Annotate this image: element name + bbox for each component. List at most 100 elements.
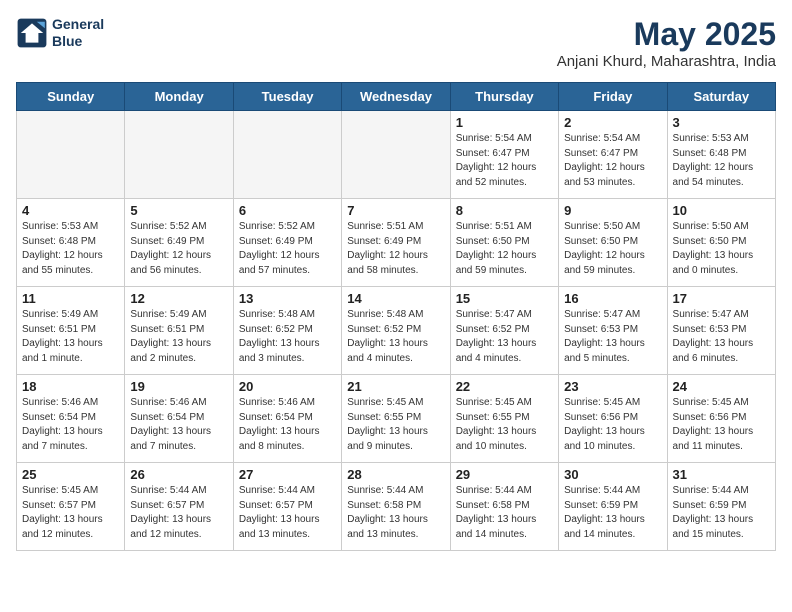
cell-content: Sunrise: 5:45 AM Sunset: 6:55 PM Dayligh… — [456, 396, 553, 454]
weekday-header-row: SundayMondayTuesdayWednesdayThursdayFrid… — [17, 83, 776, 111]
day-number: 2 — [564, 115, 661, 130]
cell-content: Sunrise: 5:53 AM Sunset: 6:48 PM Dayligh… — [673, 132, 770, 190]
page-header: General Blue May 2025 Anjani Khurd, Maha… — [16, 16, 776, 70]
cell-content: Sunrise: 5:46 AM Sunset: 6:54 PM Dayligh… — [22, 396, 119, 454]
calendar-cell: 30 Sunrise: 5:44 AM Sunset: 6:59 PM Dayli… — [559, 463, 667, 551]
cell-content: Sunrise: 5:47 AM Sunset: 6:53 PM Dayligh… — [673, 308, 770, 366]
calendar-cell: 12 Sunrise: 5:49 AM Sunset: 6:51 PM Dayli… — [125, 287, 233, 375]
calendar-cell: 14Sunrise: 5:48 AM Sunset: 6:52 PM Dayli… — [342, 287, 450, 375]
calendar-cell: 13Sunrise: 5:48 AM Sunset: 6:52 PM Dayli… — [233, 287, 341, 375]
logo: General Blue — [16, 16, 104, 50]
day-number: 18 — [22, 379, 119, 394]
calendar-cell: 27 Sunrise: 5:44 AM Sunset: 6:57 PM Dayli… — [233, 463, 341, 551]
weekday-header: Saturday — [667, 83, 775, 111]
calendar-week-row: 11 Sunrise: 5:49 AM Sunset: 6:51 PM Dayli… — [17, 287, 776, 375]
day-number: 25 — [22, 467, 119, 482]
month-year: May 2025 — [557, 16, 776, 53]
day-number: 3 — [673, 115, 770, 130]
cell-content: Sunrise: 5:48 AM Sunset: 6:52 PM Dayligh… — [239, 308, 336, 366]
cell-content: Sunrise: 5:47 AM Sunset: 6:53 PM Dayligh… — [564, 308, 661, 366]
weekday-header: Sunday — [17, 83, 125, 111]
day-number: 7 — [347, 203, 444, 218]
cell-content: Sunrise: 5:49 AM Sunset: 6:51 PM Dayligh… — [22, 308, 119, 366]
calendar-cell: 23Sunrise: 5:45 AM Sunset: 6:56 PM Dayli… — [559, 375, 667, 463]
calendar-week-row: 1 Sunrise: 5:54 AM Sunset: 6:47 PM Daylig… — [17, 111, 776, 199]
cell-content: Sunrise: 5:54 AM Sunset: 6:47 PM Dayligh… — [564, 132, 661, 190]
day-number: 6 — [239, 203, 336, 218]
day-number: 10 — [673, 203, 770, 218]
day-number: 29 — [456, 467, 553, 482]
weekday-header: Monday — [125, 83, 233, 111]
calendar-cell — [342, 111, 450, 199]
day-number: 16 — [564, 291, 661, 306]
calendar-cell: 6 Sunrise: 5:52 AM Sunset: 6:49 PM Daylig… — [233, 199, 341, 287]
calendar-table: SundayMondayTuesdayWednesdayThursdayFrid… — [16, 82, 776, 551]
calendar-cell — [17, 111, 125, 199]
calendar-cell: 24 Sunrise: 5:45 AM Sunset: 6:56 PM Dayli… — [667, 375, 775, 463]
cell-content: Sunrise: 5:44 AM Sunset: 6:57 PM Dayligh… — [239, 484, 336, 542]
day-number: 15 — [456, 291, 553, 306]
cell-content: Sunrise: 5:45 AM Sunset: 6:56 PM Dayligh… — [673, 396, 770, 454]
calendar-cell: 11 Sunrise: 5:49 AM Sunset: 6:51 PM Dayli… — [17, 287, 125, 375]
calendar-cell: 15 Sunrise: 5:47 AM Sunset: 6:52 PM Dayli… — [450, 287, 558, 375]
calendar-cell: 2 Sunrise: 5:54 AM Sunset: 6:47 PM Daylig… — [559, 111, 667, 199]
day-number: 8 — [456, 203, 553, 218]
cell-content: Sunrise: 5:47 AM Sunset: 6:52 PM Dayligh… — [456, 308, 553, 366]
calendar-week-row: 18 Sunrise: 5:46 AM Sunset: 6:54 PM Dayli… — [17, 375, 776, 463]
calendar-cell: 22 Sunrise: 5:45 AM Sunset: 6:55 PM Dayli… — [450, 375, 558, 463]
cell-content: Sunrise: 5:45 AM Sunset: 6:57 PM Dayligh… — [22, 484, 119, 542]
weekday-header: Tuesday — [233, 83, 341, 111]
calendar-cell: 10 Sunrise: 5:50 AM Sunset: 6:50 PM Dayli… — [667, 199, 775, 287]
day-number: 11 — [22, 291, 119, 306]
cell-content: Sunrise: 5:44 AM Sunset: 6:59 PM Dayligh… — [564, 484, 661, 542]
weekday-header: Thursday — [450, 83, 558, 111]
calendar-cell: 19 Sunrise: 5:46 AM Sunset: 6:54 PM Dayli… — [125, 375, 233, 463]
day-number: 24 — [673, 379, 770, 394]
day-number: 31 — [673, 467, 770, 482]
day-number: 20 — [239, 379, 336, 394]
cell-content: Sunrise: 5:44 AM Sunset: 6:58 PM Dayligh… — [347, 484, 444, 542]
day-number: 23 — [564, 379, 661, 394]
calendar-cell: 29Sunrise: 5:44 AM Sunset: 6:58 PM Dayli… — [450, 463, 558, 551]
calendar-cell: 9 Sunrise: 5:50 AM Sunset: 6:50 PM Daylig… — [559, 199, 667, 287]
day-number: 28 — [347, 467, 444, 482]
calendar-cell: 28 Sunrise: 5:44 AM Sunset: 6:58 PM Dayli… — [342, 463, 450, 551]
day-number: 1 — [456, 115, 553, 130]
day-number: 12 — [130, 291, 227, 306]
calendar-cell: 5Sunrise: 5:52 AM Sunset: 6:49 PM Daylig… — [125, 199, 233, 287]
calendar-cell: 25 Sunrise: 5:45 AM Sunset: 6:57 PM Dayli… — [17, 463, 125, 551]
calendar-cell: 26Sunrise: 5:44 AM Sunset: 6:57 PM Dayli… — [125, 463, 233, 551]
day-number: 30 — [564, 467, 661, 482]
title-block: May 2025 Anjani Khurd, Maharashtra, Indi… — [557, 16, 776, 70]
cell-content: Sunrise: 5:51 AM Sunset: 6:49 PM Dayligh… — [347, 220, 444, 278]
calendar-cell: 18 Sunrise: 5:46 AM Sunset: 6:54 PM Dayli… — [17, 375, 125, 463]
calendar-cell: 21Sunrise: 5:45 AM Sunset: 6:55 PM Dayli… — [342, 375, 450, 463]
cell-content: Sunrise: 5:52 AM Sunset: 6:49 PM Dayligh… — [239, 220, 336, 278]
calendar-cell: 3 Sunrise: 5:53 AM Sunset: 6:48 PM Daylig… — [667, 111, 775, 199]
day-number: 14 — [347, 291, 444, 306]
day-number: 27 — [239, 467, 336, 482]
day-number: 4 — [22, 203, 119, 218]
day-number: 22 — [456, 379, 553, 394]
day-number: 19 — [130, 379, 227, 394]
calendar-cell: 17 Sunrise: 5:47 AM Sunset: 6:53 PM Dayli… — [667, 287, 775, 375]
cell-content: Sunrise: 5:46 AM Sunset: 6:54 PM Dayligh… — [130, 396, 227, 454]
cell-content: Sunrise: 5:54 AM Sunset: 6:47 PM Dayligh… — [456, 132, 553, 190]
calendar-cell: 31 Sunrise: 5:44 AM Sunset: 6:59 PM Dayli… — [667, 463, 775, 551]
weekday-header: Friday — [559, 83, 667, 111]
cell-content: Sunrise: 5:53 AM Sunset: 6:48 PM Dayligh… — [22, 220, 119, 278]
calendar-cell: 8Sunrise: 5:51 AM Sunset: 6:50 PM Daylig… — [450, 199, 558, 287]
cell-content: Sunrise: 5:44 AM Sunset: 6:59 PM Dayligh… — [673, 484, 770, 542]
cell-content: Sunrise: 5:49 AM Sunset: 6:51 PM Dayligh… — [130, 308, 227, 366]
cell-content: Sunrise: 5:46 AM Sunset: 6:54 PM Dayligh… — [239, 396, 336, 454]
day-number: 17 — [673, 291, 770, 306]
logo-text: General Blue — [52, 16, 104, 50]
calendar-week-row: 25 Sunrise: 5:45 AM Sunset: 6:57 PM Dayli… — [17, 463, 776, 551]
cell-content: Sunrise: 5:50 AM Sunset: 6:50 PM Dayligh… — [673, 220, 770, 278]
logo-icon — [16, 17, 48, 49]
cell-content: Sunrise: 5:45 AM Sunset: 6:55 PM Dayligh… — [347, 396, 444, 454]
cell-content: Sunrise: 5:52 AM Sunset: 6:49 PM Dayligh… — [130, 220, 227, 278]
calendar-week-row: 4 Sunrise: 5:53 AM Sunset: 6:48 PM Daylig… — [17, 199, 776, 287]
day-number: 9 — [564, 203, 661, 218]
cell-content: Sunrise: 5:50 AM Sunset: 6:50 PM Dayligh… — [564, 220, 661, 278]
